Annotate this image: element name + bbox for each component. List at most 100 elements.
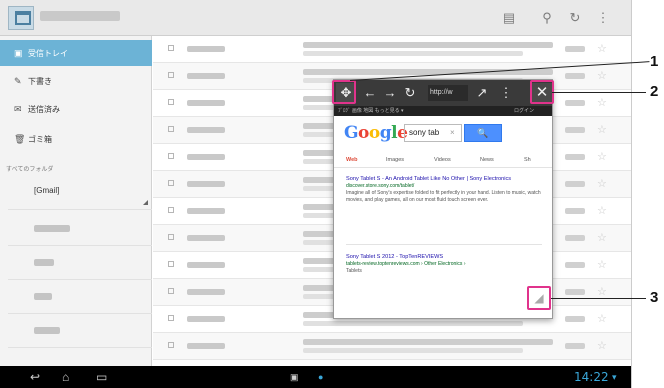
star-icon[interactable]: ☆: [597, 42, 607, 55]
browser-menu-icon[interactable]: ⋮: [496, 83, 516, 103]
star-icon[interactable]: ☆: [597, 96, 607, 109]
callout-number-3: 3: [650, 289, 659, 306]
date-blurred: [565, 73, 585, 79]
result-url: tablets-review.toptenreviews.com › Other…: [346, 261, 466, 267]
gmail-app-icon[interactable]: [8, 6, 34, 30]
sidebar-item-label: 受信トレイ: [28, 49, 68, 58]
date-blurred: [565, 316, 585, 322]
star-icon[interactable]: ☆: [597, 69, 607, 82]
refresh-icon[interactable]: ↻: [566, 9, 584, 27]
date-blurred: [565, 208, 585, 214]
sidebar-folder[interactable]: [8, 212, 152, 246]
date-blurred: [565, 343, 585, 349]
login-link[interactable]: ログイン: [514, 106, 534, 116]
home-icon[interactable]: ⌂: [62, 368, 69, 386]
google-nav-links[interactable]: ﾌﾞﾛｸﾞ 画像 地図 もっと見る ▾: [338, 108, 404, 114]
tablet-screen: ▤ ⚲ ↻ ⋮ ▣ 受信トレイ ✎ 下書き ✉ 送信済み 🗑 ゴミ箱 すべてのフォルダ …: [0, 0, 632, 388]
date-blurred: [565, 235, 585, 241]
back-icon[interactable]: ↩: [30, 368, 40, 386]
status-clock[interactable]: 14:22: [574, 369, 609, 385]
row-checkbox[interactable]: [168, 72, 174, 78]
search-icon[interactable]: ⚲: [538, 9, 556, 27]
tab-shopping[interactable]: Sh: [524, 157, 531, 163]
tab-web[interactable]: Web: [346, 157, 358, 163]
folder-label-blurred: [34, 225, 70, 233]
star-icon[interactable]: ☆: [597, 204, 607, 217]
sidebar-item-drafts[interactable]: ✎ 下書き: [0, 68, 152, 94]
star-icon[interactable]: ☆: [597, 258, 607, 271]
row-checkbox[interactable]: [168, 99, 174, 105]
sidebar-item-label: 下書き: [28, 77, 52, 86]
snippet-blurred: [303, 348, 523, 353]
account-name-blurred[interactable]: [40, 11, 120, 21]
star-icon[interactable]: ☆: [597, 123, 607, 136]
row-checkbox[interactable]: [168, 153, 174, 159]
highlight-close-button: [530, 80, 554, 104]
sidebar-item-trash[interactable]: 🗑 ゴミ箱: [0, 126, 152, 152]
sidebar-folder-gmail[interactable]: [Gmail]: [8, 172, 152, 210]
sender-blurred: [187, 46, 225, 52]
resize-handle-icon[interactable]: ◢: [527, 286, 551, 310]
overflow-menu-icon[interactable]: ⋮: [594, 9, 612, 27]
share-icon[interactable]: ↗: [472, 83, 492, 103]
notification-icon[interactable]: ●: [318, 368, 323, 386]
google-logo: Google: [344, 123, 408, 143]
star-icon[interactable]: ☆: [597, 150, 607, 163]
sidebar-folder[interactable]: [8, 280, 152, 314]
google-result-tabs: Web Images Videos News Sh: [334, 152, 552, 168]
google-search-button[interactable]: 🔍: [464, 124, 502, 142]
sender-blurred: [187, 316, 225, 322]
sidebar-item-sent[interactable]: ✉ 送信済み: [0, 96, 152, 122]
recents-icon[interactable]: ▭: [96, 368, 107, 386]
row-checkbox[interactable]: [168, 126, 174, 132]
url-field[interactable]: http://w: [428, 85, 468, 101]
star-icon[interactable]: ☆: [597, 312, 607, 325]
date-blurred: [565, 46, 585, 52]
row-checkbox[interactable]: [168, 342, 174, 348]
row-checkbox[interactable]: [168, 45, 174, 51]
sender-blurred: [187, 181, 225, 187]
tab-images[interactable]: Images: [386, 157, 404, 163]
result-title[interactable]: Sony Tablet S 2012 - TopTenREVIEWS: [346, 254, 542, 261]
row-checkbox[interactable]: [168, 180, 174, 186]
tab-news[interactable]: News: [480, 157, 494, 163]
star-icon[interactable]: ☆: [597, 285, 607, 298]
forward-arrow-icon[interactable]: →: [380, 83, 400, 103]
search-result: Sony Tablet S 2012 - TopTenREVIEWS table…: [346, 254, 542, 275]
trash-icon: 🗑: [14, 134, 26, 144]
browser-content: Google sony tab × 🔍 Web Images Videos Ne…: [334, 116, 552, 318]
callout-leader-3: [551, 298, 646, 299]
sidebar-folder[interactable]: [8, 314, 152, 348]
row-checkbox[interactable]: [168, 234, 174, 240]
date-blurred: [565, 154, 585, 160]
screenshot-icon[interactable]: ▣: [290, 368, 299, 386]
sender-blurred: [187, 289, 225, 295]
tab-videos[interactable]: Videos: [434, 157, 451, 163]
system-nav-bar: ↩ ⌂ ▭ ▣ ● 14:22 ▾: [0, 366, 631, 388]
result-title[interactable]: Sony Tablet S - An Android Tablet Like N…: [346, 176, 542, 183]
sidebar-item-inbox[interactable]: ▣ 受信トレイ: [0, 40, 152, 66]
star-icon[interactable]: ☆: [597, 339, 607, 352]
star-icon[interactable]: ☆: [597, 231, 607, 244]
sender-blurred: [187, 235, 225, 241]
label-icon[interactable]: ▤: [500, 9, 518, 27]
reload-icon[interactable]: ↻: [400, 83, 420, 103]
row-checkbox[interactable]: [168, 315, 174, 321]
browser-toolbar: ✥ ← → ↻ http://w ↗ ⋮ ✕: [334, 80, 552, 106]
row-checkbox[interactable]: [168, 207, 174, 213]
sender-blurred: [187, 343, 225, 349]
inbox-icon: ▣: [14, 48, 23, 58]
row-checkbox[interactable]: [168, 261, 174, 267]
folder-label-blurred: [34, 327, 60, 335]
row-checkbox[interactable]: [168, 288, 174, 294]
small-app-browser-window[interactable]: ✥ ← → ↻ http://w ↗ ⋮ ✕ ﾌﾞﾛｸﾞ 画像 地図 もっと見る…: [333, 79, 553, 319]
back-arrow-icon[interactable]: ←: [360, 83, 380, 103]
sidebar-folder[interactable]: [8, 246, 152, 280]
star-icon[interactable]: ☆: [597, 177, 607, 190]
action-bar: ▤ ⚲ ↻ ⋮: [0, 0, 631, 36]
clear-search-icon[interactable]: ×: [450, 128, 455, 137]
message-row[interactable]: ☆: [153, 333, 631, 360]
subject-blurred: [303, 339, 553, 345]
message-row[interactable]: ☆: [153, 36, 631, 63]
sender-blurred: [187, 73, 225, 79]
